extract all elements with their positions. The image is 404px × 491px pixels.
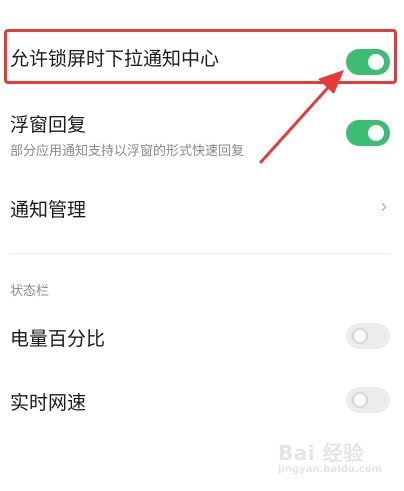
realtime-speed-row[interactable]: 实时网速 [0, 376, 404, 424]
watermark-sub: jingyan.baidu.com [278, 464, 382, 475]
toggle-knob [352, 328, 368, 344]
battery-percent-label: 电量百分比 [10, 328, 106, 350]
battery-percent-toggle[interactable] [346, 323, 390, 349]
realtime-speed-label: 实时网速 [10, 392, 87, 414]
realtime-speed-toggle[interactable] [346, 387, 390, 413]
notification-manage-label: 通知管理 [10, 199, 87, 221]
section-divider [10, 253, 390, 254]
battery-percent-row[interactable]: 电量百分比 [0, 312, 404, 360]
watermark-text: Bai 经验 [278, 441, 364, 465]
chevron-right-icon: › [380, 194, 388, 218]
toggle-knob [352, 392, 368, 408]
baidu-watermark: Bai 经验 jingyan.baidu.com [278, 437, 382, 475]
statusbar-section-title: 状态栏 [10, 284, 50, 299]
notification-manage-row[interactable]: 通知管理 › [0, 182, 404, 230]
